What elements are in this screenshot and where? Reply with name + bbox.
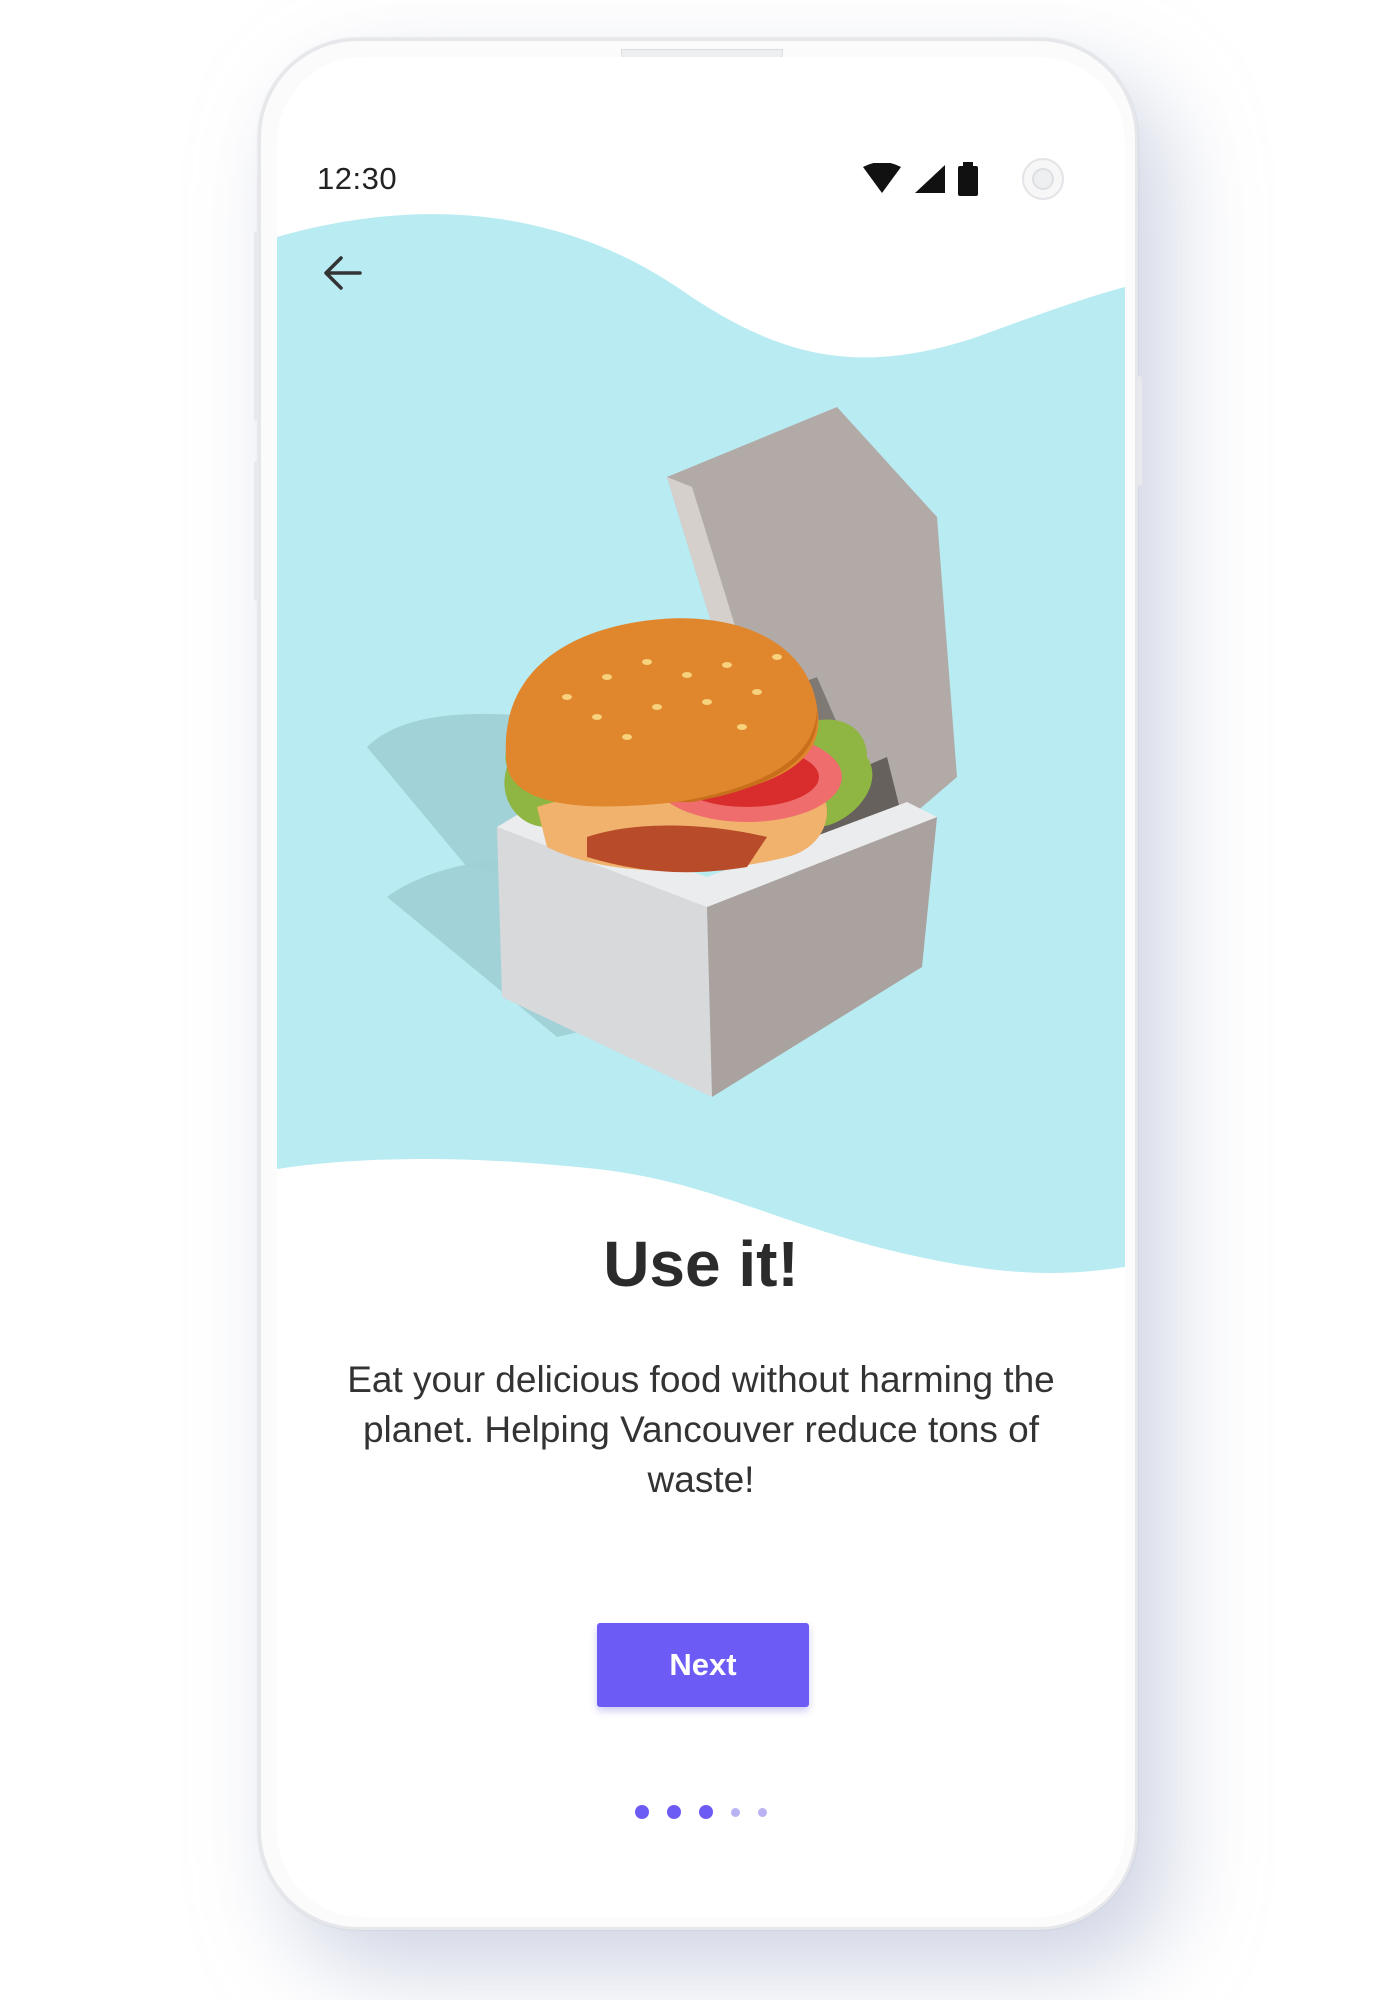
status-time: 12:30	[317, 161, 398, 196]
page-dot-2[interactable]	[667, 1805, 681, 1819]
page-dot-3[interactable]	[699, 1805, 713, 1819]
stage: 12:30 Use it! Eat your delicious food wi…	[0, 0, 1400, 2000]
wifi-icon	[863, 163, 901, 193]
onboarding-title: Use it!	[603, 1228, 799, 1300]
arrow-left-icon	[324, 256, 362, 290]
burger-box-illustration	[367, 407, 957, 1097]
page-dot-1[interactable]	[635, 1805, 649, 1819]
cell-signal-icon	[915, 165, 945, 193]
next-button[interactable]: Next	[597, 1623, 809, 1707]
phone-frame: 12:30 Use it! Eat your delicious food wi…	[254, 38, 1142, 1930]
side-button-right	[1137, 376, 1142, 486]
app-screen: 12:30 Use it! Eat your delicious food wi…	[277, 57, 1125, 1917]
volume-button	[254, 461, 259, 601]
battery-icon	[958, 162, 978, 196]
power-button	[254, 231, 259, 421]
status-icons	[861, 155, 1067, 203]
pagination-dots	[277, 1805, 1125, 1819]
front-camera-icon	[1022, 158, 1064, 200]
page-dot-4[interactable]	[731, 1807, 740, 1817]
back-button[interactable]	[317, 247, 369, 299]
onboarding-description: Eat your delicious food without harming …	[347, 1359, 1055, 1500]
page-dot-5[interactable]	[758, 1807, 767, 1817]
